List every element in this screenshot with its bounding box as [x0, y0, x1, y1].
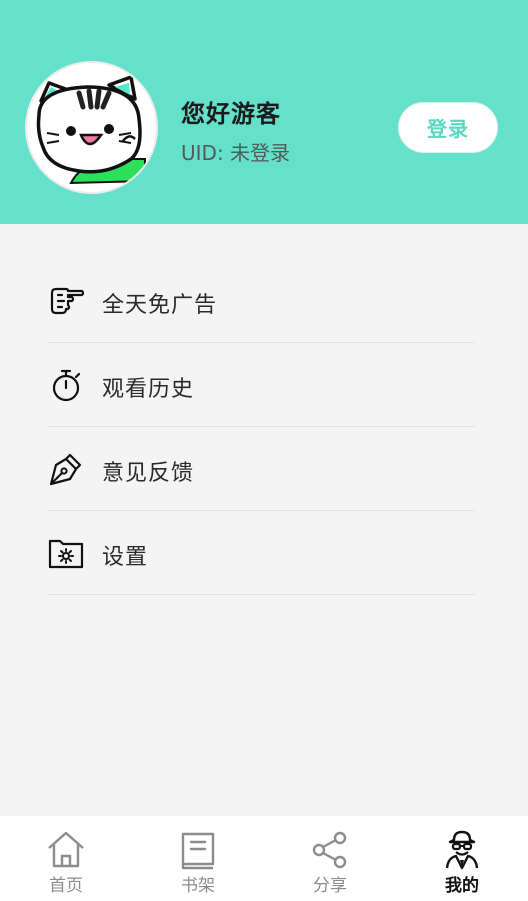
login-button[interactable]: 登录	[398, 102, 498, 153]
pen-nib-icon	[49, 453, 82, 486]
menu-item-label: 全天免广告	[102, 293, 218, 318]
profile-header: 您好游客 UID: 未登录 登录	[0, 0, 528, 224]
menu-item-history[interactable]: 观看历史	[48, 343, 475, 427]
avatar[interactable]	[25, 61, 158, 194]
stopwatch-icon	[52, 369, 81, 402]
tab-bookshelf[interactable]: 书架	[132, 816, 264, 901]
menu-item-label: 观看历史	[102, 377, 195, 402]
uid-text: UID: 未登录	[181, 141, 291, 165]
tab-label: 书架	[181, 876, 215, 896]
menu-item-settings[interactable]: 设置	[48, 511, 475, 595]
tab-label: 我的	[445, 876, 479, 896]
menu-item-label: 意见反馈	[102, 461, 195, 486]
bottom-tab-bar: 首页 书架 分享 我的	[0, 816, 528, 901]
menu-item-ad-free[interactable]: 全天免广告	[48, 259, 475, 343]
menu-item-feedback[interactable]: 意见反馈	[48, 427, 475, 511]
tab-label: 首页	[49, 876, 83, 896]
share-icon	[312, 831, 347, 869]
incognito-user-icon	[445, 830, 479, 870]
pointing-hand-icon	[50, 287, 84, 315]
tab-label: 分享	[313, 876, 347, 896]
settings-menu: 全天免广告 观看历史 意见反馈 设置	[48, 259, 475, 595]
greeting-text: 您好游客	[181, 100, 281, 128]
tab-share[interactable]: 分享	[264, 816, 396, 901]
cat-avatar-icon	[36, 75, 146, 185]
home-icon	[48, 831, 84, 868]
tab-mine[interactable]: 我的	[396, 816, 528, 901]
settings-folder-icon	[48, 539, 84, 569]
book-icon	[181, 832, 215, 870]
tab-home[interactable]: 首页	[0, 816, 132, 901]
menu-item-label: 设置	[102, 545, 149, 570]
